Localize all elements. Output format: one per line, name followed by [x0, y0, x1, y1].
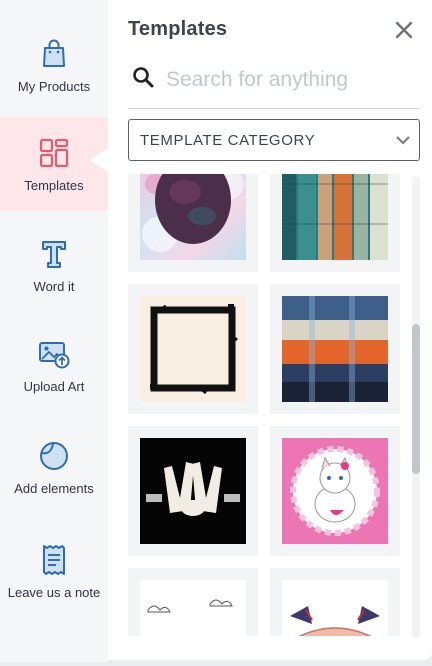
- template-tile[interactable]: [270, 174, 400, 272]
- scrollbar-thumb[interactable]: [412, 324, 420, 474]
- template-tile[interactable]: [270, 284, 400, 414]
- template-tile[interactable]: [128, 174, 258, 272]
- template-tile[interactable]: [270, 568, 400, 636]
- template-tile[interactable]: [128, 284, 258, 414]
- template-thumbnail: [282, 438, 388, 544]
- sidebar: My Products Templates Word it Upload Art: [0, 0, 108, 662]
- sidebar-item-my-products[interactable]: My Products: [0, 18, 108, 112]
- template-thumbnail: [282, 174, 388, 260]
- sidebar-item-label: Templates: [24, 177, 84, 193]
- text-t-icon: [42, 240, 66, 268]
- templates-grid: [128, 174, 406, 636]
- sidebar-item-label: Add elements: [14, 480, 94, 496]
- template-tile[interactable]: [128, 568, 258, 636]
- template-tile[interactable]: [128, 426, 258, 556]
- sidebar-item-label: Leave us a note: [7, 584, 101, 600]
- scrollbar-track[interactable]: [412, 176, 420, 638]
- panel-title: Templates: [128, 18, 228, 40]
- category-label: TEMPLATE CATEGORY: [140, 131, 316, 149]
- template-thumbnail: [282, 296, 388, 402]
- sidebar-item-label: My Products: [17, 78, 91, 94]
- sidebar-item-label: Upload Art: [23, 378, 85, 394]
- shapes-icon: [40, 441, 68, 470]
- templates-panel: Templates TEMPLATE CATEGORY: [108, 0, 432, 660]
- template-category-dropdown[interactable]: TEMPLATE CATEGORY: [128, 119, 420, 161]
- templates-grid-icon: [39, 138, 69, 167]
- search-bar: [128, 58, 420, 109]
- note-icon: [43, 544, 65, 575]
- shopping-bag-icon: [43, 39, 65, 67]
- template-thumbnail: [140, 580, 246, 636]
- close-icon[interactable]: [394, 20, 414, 40]
- template-thumbnail: [140, 438, 246, 544]
- sidebar-item-add-elements[interactable]: Add elements: [0, 420, 108, 514]
- search-icon: [133, 67, 154, 88]
- active-indicator: [90, 148, 108, 172]
- sidebar-item-label: Word it: [33, 278, 75, 294]
- sidebar-item-leave-note[interactable]: Leave us a note: [0, 524, 108, 618]
- sidebar-item-word-it[interactable]: Word it: [0, 218, 108, 312]
- chevron-down-icon: [396, 136, 410, 145]
- template-thumbnail: [140, 296, 246, 402]
- template-thumbnail: [282, 580, 388, 636]
- upload-image-icon: [39, 341, 70, 368]
- search-input[interactable]: [164, 62, 418, 98]
- template-tile[interactable]: [270, 426, 400, 556]
- template-thumbnail: [140, 174, 246, 260]
- sidebar-item-upload-art[interactable]: Upload Art: [0, 318, 108, 412]
